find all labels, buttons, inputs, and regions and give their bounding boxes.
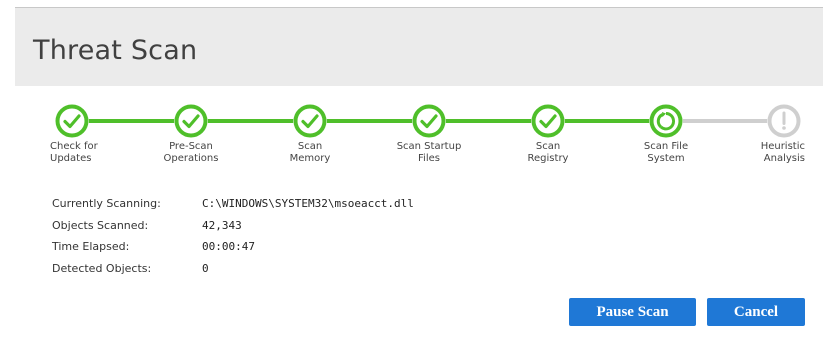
detected-objects-value: 0 (202, 262, 209, 275)
step-label-check-for-updates: Check for Updates (50, 141, 98, 164)
objects-scanned-label: Objects Scanned: (52, 219, 149, 232)
objects-scanned-value: 42,343 (202, 219, 242, 232)
step-label-heuristic-analysis: Heuristic Analysis (760, 141, 805, 164)
check-circle-icon (55, 104, 89, 138)
check-circle-icon (174, 104, 208, 138)
progress-track-complete (72, 119, 666, 123)
time-elapsed-label: Time Elapsed: (52, 240, 130, 253)
check-circle-icon (412, 104, 446, 138)
scan-progress-steps: Check for Updates Pre-Scan Operations Sc… (0, 0, 823, 170)
check-circle-icon (531, 104, 565, 138)
step-label-scan-startup-files: Scan Startup Files (396, 141, 462, 164)
time-elapsed-value: 00:00:47 (202, 240, 255, 253)
spinner-icon (649, 104, 683, 138)
step-label-scan-registry: Scan Registry (527, 141, 569, 164)
cancel-button[interactable]: Cancel (707, 298, 805, 326)
step-label-scan-memory: Scan Memory (289, 141, 331, 164)
currently-scanning-label: Currently Scanning: (52, 197, 161, 210)
step-label-scan-file-system: Scan File System (643, 141, 689, 164)
detected-objects-label: Detected Objects: (52, 262, 152, 275)
currently-scanning-value: C:\WINDOWS\SYSTEM32\msoeacct.dll (202, 197, 414, 210)
pause-scan-button[interactable]: Pause Scan (569, 298, 696, 326)
check-circle-icon (293, 104, 327, 138)
exclamation-circle-icon (767, 104, 801, 138)
step-label-pre-scan-operations: Pre-Scan Operations (163, 141, 219, 164)
